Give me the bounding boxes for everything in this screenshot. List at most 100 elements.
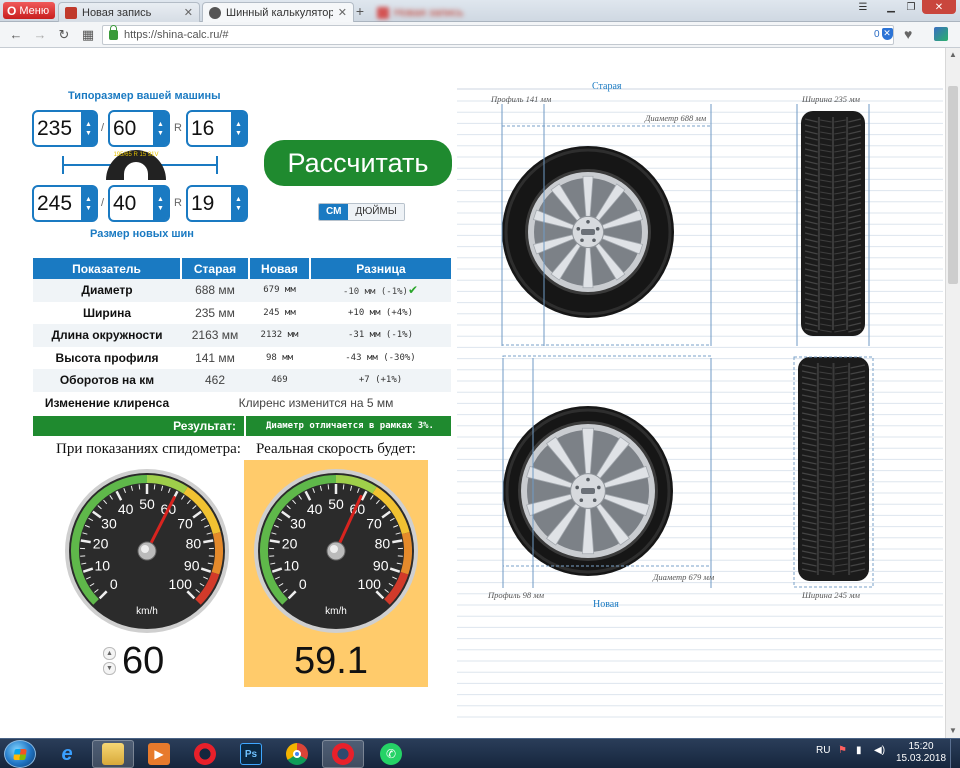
show-desktop-button[interactable] (950, 739, 960, 768)
table-row: Длина окружности 2163 мм 2132 мм -31 мм … (33, 324, 451, 347)
gauge-tick-label: 30 (101, 515, 117, 531)
gauge-tick-label: 40 (118, 501, 134, 517)
updown-arrows-icon: ▲ ▼ (231, 112, 246, 145)
gauge-tick-label: 50 (328, 496, 344, 512)
new-width-value: 245 (37, 191, 73, 215)
close-tab-icon[interactable]: ✕ (338, 6, 347, 19)
taskbar-explorer[interactable] (92, 740, 134, 768)
taskbar-media[interactable]: ▶ (138, 740, 180, 768)
new-lug-nut (586, 477, 590, 482)
folder-icon (102, 743, 124, 765)
gauge-tick-label: 70 (366, 515, 382, 531)
taskbar-photoshop[interactable]: Ps (230, 740, 272, 768)
new-width-select[interactable]: 245 ▲ ▼ (32, 185, 98, 222)
row-label: Высота профиля (55, 350, 159, 365)
old-rim-select[interactable]: 16 ▲ ▼ (186, 110, 248, 147)
clearance-label: Изменение клиренса (44, 395, 170, 410)
gauge-tick-label: 100 (358, 576, 382, 592)
shield-icon: ✕ (881, 28, 893, 40)
url-field[interactable]: https://shina-calc.ru/# (102, 25, 894, 45)
opera-menu-button[interactable]: O Меню (3, 2, 55, 19)
gauge-tick-label: 100 (169, 576, 193, 592)
comparison-table: Показатель Старая Новая Разница Диаметр … (33, 258, 451, 414)
gauge-color-band (211, 532, 223, 575)
minimize-button[interactable]: ▁ (882, 0, 900, 14)
scroll-thumb[interactable] (948, 86, 958, 284)
language-indicator[interactable]: RU (816, 745, 830, 756)
old-width-value: 235 (37, 116, 73, 140)
new-title: Новая (593, 599, 619, 610)
start-button[interactable] (4, 740, 36, 768)
photoshop-icon: Ps (240, 743, 262, 765)
diff-value: +7 (+1%) (310, 369, 451, 392)
table-row: Изменение клиренса Клиренс изменится на … (33, 392, 451, 415)
taskbar-ie[interactable]: e (46, 740, 88, 768)
result-text: Диаметр отличается в рамках 3%. (266, 421, 434, 431)
network-icon[interactable]: ▮ (856, 745, 862, 756)
new-profile-select[interactable]: 40 ▲ ▼ (108, 185, 170, 222)
row-label: Диаметр (33, 279, 181, 302)
updown-arrows-icon: ▲ ▼ (81, 112, 96, 145)
speed-dial-grid-icon[interactable]: ▦ (80, 27, 96, 43)
old-value: 2163 мм (181, 324, 249, 347)
old-width-select[interactable]: 235 ▲ ▼ (32, 110, 98, 147)
gauge-tick-label: 0 (299, 576, 307, 592)
scroll-down-icon[interactable]: ▼ (948, 726, 958, 736)
updown-arrows-icon: ▲ ▼ (153, 187, 168, 220)
reload-icon[interactable]: ↻ (56, 27, 72, 43)
heart-icon[interactable]: ♥ (904, 26, 912, 42)
back-arrow-icon[interactable]: ← (8, 27, 24, 43)
units-cm-button[interactable]: СМ (319, 204, 349, 220)
new-tab-button[interactable]: + (352, 4, 368, 19)
real-speed-value: 59.1 (294, 640, 368, 682)
speed-stepper[interactable]: ▲ ▼ (103, 647, 116, 675)
old-lug-nut (576, 227, 581, 231)
forward-arrow-icon[interactable]: → (32, 27, 48, 43)
new-center-cap (581, 488, 595, 494)
action-center-icon[interactable]: ⚑ (838, 745, 847, 756)
gauge-unit-label: km/h (136, 606, 158, 617)
new-size-caption: Размер новых шин (90, 228, 194, 240)
new-value: 679 мм (249, 279, 310, 302)
volume-icon[interactable]: ◀) (874, 745, 885, 756)
whatsapp-icon: ✆ (380, 743, 402, 765)
scroll-up-icon[interactable]: ▲ (948, 50, 958, 60)
new-rim-select[interactable]: 19 ▲ ▼ (186, 185, 248, 222)
tab-blurred[interactable]: Новая запись (370, 2, 490, 22)
tab-tire-calculator[interactable]: Шинный калькулятор он ✕ (202, 2, 354, 22)
taskbar-whatsapp[interactable]: ✆ (370, 740, 412, 768)
old-wheel (502, 146, 674, 318)
table-row: Диаметр 688 мм 679 мм -10 мм (-1%)✔ (33, 279, 451, 302)
units-inch-button[interactable]: ДЮЙМЫ (348, 204, 404, 220)
chevron-down-icon[interactable]: ▼ (103, 662, 116, 675)
new-profile-label: Профиль 98 мм (488, 590, 545, 600)
tab-title: Новая запись (394, 6, 464, 19)
close-window-button[interactable]: ✕ (922, 0, 956, 14)
adblock-badge[interactable]: 0 ✕ (874, 28, 893, 40)
taskbar-opera[interactable] (184, 740, 226, 768)
speedometer-value: 60 (122, 640, 165, 682)
gauge-hub-highlight (141, 545, 149, 553)
real-speed-caption: Реальная скорость будет: (256, 441, 416, 457)
system-clock[interactable]: 15:20 15.03.2018 (896, 741, 946, 765)
old-profile-select[interactable]: 60 ▲ ▼ (108, 110, 170, 147)
gauge-tick-label: 80 (186, 536, 202, 552)
old-lug-nut (595, 227, 600, 231)
gauge-tick-label: 20 (93, 536, 109, 552)
gauge-tick (80, 539, 91, 544)
calculate-button[interactable]: Рассчитать (264, 140, 452, 186)
chevron-up-icon[interactable]: ▲ (103, 647, 116, 660)
old-profile-value: 60 (113, 116, 137, 140)
tabs-menu-icon[interactable]: ☰ (856, 0, 870, 14)
close-tab-icon[interactable]: ✕ (184, 6, 193, 19)
tab-new-post[interactable]: Новая запись ✕ (58, 2, 200, 22)
page-scrollbar[interactable]: ▲ ▼ (945, 48, 960, 738)
table-header: Старая (181, 258, 250, 279)
extension-icon[interactable] (934, 27, 948, 41)
maximize-button[interactable]: ❐ (902, 0, 920, 14)
result-bar: Результат: Диаметр отличается в рамках 3… (33, 416, 451, 436)
taskbar-chrome[interactable] (276, 740, 318, 768)
checkmark-icon: ✔ (407, 283, 419, 298)
table-header: Новая (249, 258, 311, 279)
taskbar-opera-active[interactable] (322, 740, 364, 768)
